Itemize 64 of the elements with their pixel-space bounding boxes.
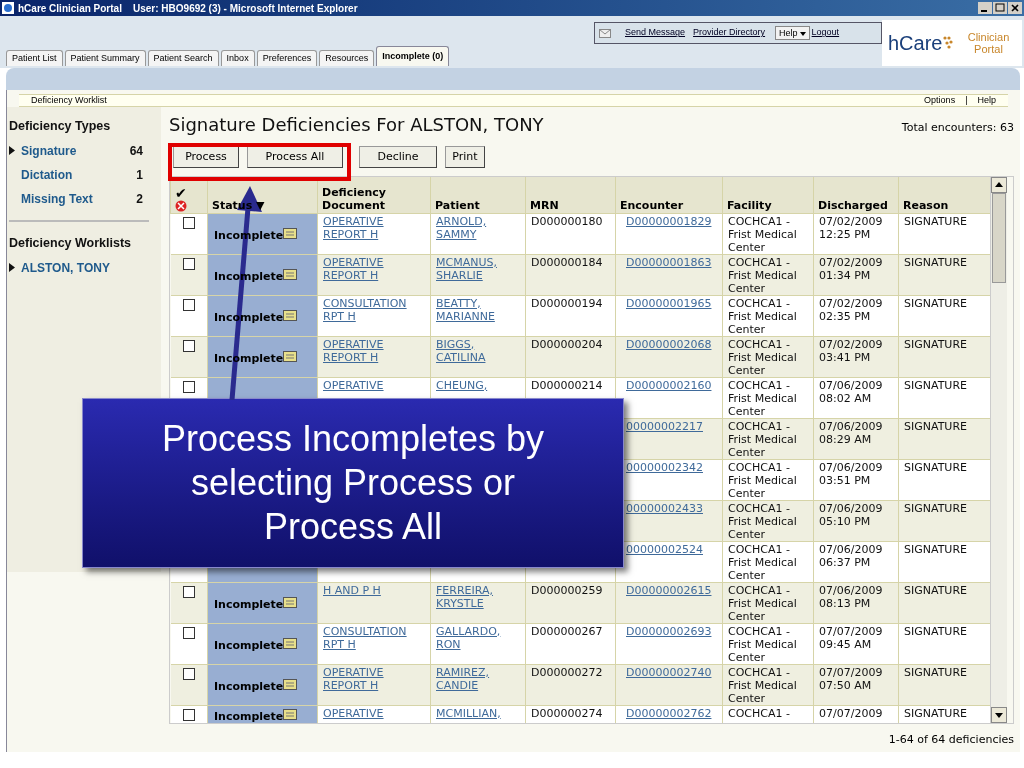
table-cell-text: COCHCA1 - Frist Medical Center: [728, 378, 798, 418]
table-cell-text: SIGNATURE: [904, 214, 968, 228]
table-cell-text: COCHCA1 - Frist Medical Center: [728, 214, 798, 254]
table-cell-text: 07/06/2009 05:10 PM: [819, 501, 884, 528]
table-cell-text: SIGNATURE: [904, 460, 968, 474]
table-cell-text: 07/02/2009 12:25 PM: [819, 214, 884, 241]
breadcrumb: Deficiency Worklist: [31, 93, 107, 107]
table-cell-text: D000000272: [531, 665, 604, 679]
total-encounters: Total encounters: 63: [901, 120, 1014, 136]
table-cell-text: 07/06/2009 08:29 AM: [819, 419, 884, 446]
table-cell-text: COCHCA1 - Frist Medical Center: [728, 583, 798, 623]
section-heading: Deficiency Types: [9, 118, 112, 135]
status-text: Incomplete: [214, 596, 284, 611]
separator: |: [965, 93, 968, 107]
table-cell-text: D000000180: [531, 214, 604, 228]
checkmark-icon: ✔: [175, 186, 203, 200]
table-cell-text: SIGNATURE: [904, 706, 968, 720]
table-cell-text: D000000204: [531, 337, 604, 351]
table-cell-text: SIGNATURE: [904, 501, 968, 515]
table-cell-text: COCHCA1 - Frist Medical Center: [728, 255, 798, 295]
table-cell-text: D000000194: [531, 296, 604, 310]
table-cell-text: COCHCA1 - Frist Medical Center: [728, 665, 798, 705]
table-cell-text: D000000214: [531, 378, 604, 392]
table-cell-text: COCHCA1 - Frist Medical Center: [728, 501, 798, 541]
table-cell-text: SIGNATURE: [904, 378, 968, 392]
table-cell-text: 07/06/2009 03:51 PM: [819, 460, 884, 487]
logo-caption: Clinician Portal: [966, 31, 1011, 55]
table-cell-text: COCHCA1 - Frist Medical Center: [728, 419, 798, 459]
table-cell-text: 07/02/2009 01:34 PM: [819, 255, 884, 282]
status-text: Incomplete: [214, 637, 284, 652]
table-cell-text: SIGNATURE: [904, 583, 968, 597]
table-cell-text: COCHCA1 - Frist Medical Center: [728, 460, 798, 500]
page-title: Signature Deficiencies For ALSTON, TONY: [169, 113, 544, 137]
table-cell-text: 07/06/2009 08:13 PM: [819, 583, 884, 610]
table-cell-text: 07/07/2009 07:50 AM: [819, 665, 884, 692]
table-cell-text: D000000184: [531, 255, 604, 269]
record-count: 1-64 of 64 deficiencies: [888, 732, 1014, 748]
table-cell-text: 07/02/2009 02:35 PM: [819, 296, 884, 323]
table-cell-text: 07/07/2009: [819, 706, 884, 720]
table-cell-text: SIGNATURE: [904, 337, 968, 351]
table-cell-text: 07/02/2009 03:41 PM: [819, 337, 884, 364]
table-cell-text: SIGNATURE: [904, 665, 968, 679]
table-cell-text: D000000259: [531, 583, 604, 597]
table-cell-text: SIGNATURE: [904, 255, 968, 269]
table-cell-text: SIGNATURE: [904, 542, 968, 556]
callout-text: Process Incompletes by selecting Process or Process All: [160, 417, 546, 549]
status-text: Incomplete: [214, 678, 284, 693]
table-cell-text: D000000274: [531, 706, 604, 720]
table-cell-text: COCHCA1 - Frist Medical Center: [728, 542, 798, 582]
status-text: Incomplete: [214, 708, 284, 723]
section-heading: Deficiency Worklists: [9, 234, 133, 252]
table-cell-text: COCHCA1 - Frist Medical Center: [728, 296, 798, 336]
table-cell-text: COCHCA1 - Frist Medical Center: [728, 624, 798, 664]
table-cell-text: COCHCA1 - Frist Medical Center: [728, 337, 798, 377]
table-cell-text: 07/07/2009 09:45 AM: [819, 624, 884, 651]
table-cell-text: SIGNATURE: [904, 296, 968, 310]
table-cell-text: COCHCA1 -: [728, 706, 791, 720]
table-cell-text: 07/06/2009 06:37 PM: [819, 542, 884, 569]
logo-text: hCare: [888, 31, 943, 56]
table-cell-text: SIGNATURE: [904, 624, 968, 638]
table-cell-text: SIGNATURE: [904, 419, 968, 433]
table-cell-text: 07/06/2009 08:02 AM: [819, 378, 884, 405]
window-title: hCare Clinician Portal User: HBO9692 (3) - Microsoft Internet Explorer: [18, 1, 358, 16]
table-cell-text: D000000267: [531, 624, 604, 638]
